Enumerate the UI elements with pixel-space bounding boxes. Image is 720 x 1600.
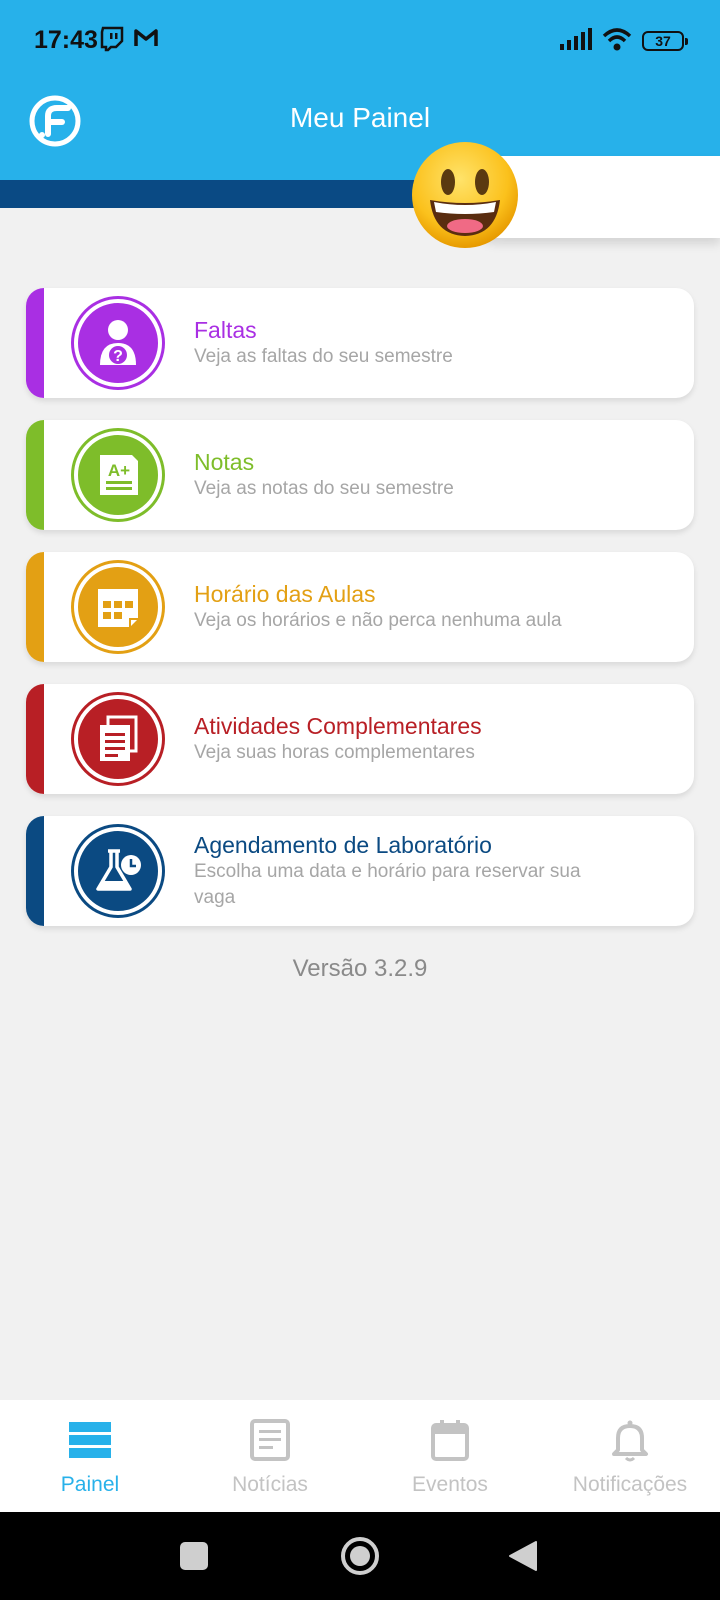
menu-item-subtitle: Veja suas horas complementares: [194, 742, 475, 763]
tab-painel[interactable]: Painel: [0, 1400, 180, 1512]
calendar-icon: [428, 1418, 472, 1467]
menu-item-subtitle: Veja as notas do seu semestre: [194, 478, 454, 499]
absence-person-question-icon: ?: [74, 299, 162, 387]
battery-indicator: 37: [642, 31, 688, 51]
accent-bar: [26, 288, 44, 398]
menu-item-atividades-complementares[interactable]: Atividades Complementares Veja suas hora…: [26, 684, 694, 794]
menu-item-subtitle: Veja as faltas do seu semestre: [194, 346, 453, 367]
grades-a-plus-icon: A+: [74, 431, 162, 519]
lab-flask-clock-icon: [74, 827, 162, 915]
menu-item-title: Faltas: [194, 317, 257, 343]
menu-item-title: Atividades Complementares: [194, 713, 482, 739]
home-icon[interactable]: [340, 1536, 380, 1581]
avatar[interactable]: [410, 140, 520, 250]
grinning-face-emoji-icon: [412, 142, 518, 248]
menu-item-faltas[interactable]: ? Faltas Veja as faltas do seu semestre: [26, 288, 694, 398]
tab-noticias[interactable]: Notícias: [180, 1400, 360, 1512]
tab-eventos[interactable]: Eventos: [360, 1400, 540, 1512]
tab-notificacoes[interactable]: Notificações: [540, 1400, 720, 1512]
back-icon[interactable]: [508, 1540, 538, 1577]
tab-label: Painel: [60, 1473, 120, 1496]
status-time: 17:43: [34, 26, 98, 54]
menu-list: ? Faltas Veja as faltas do seu semestre …: [26, 288, 694, 948]
svg-text:A+: A+: [108, 461, 130, 480]
cellular-signal-icon: [560, 27, 592, 55]
gmail-icon: [133, 26, 159, 55]
accent-bar: [26, 684, 44, 794]
menu-item-notas[interactable]: A+ Notas Veja as notas do seu semestre: [26, 420, 694, 530]
bell-icon: [608, 1418, 652, 1467]
status-bar: 17:43 37: [0, 0, 720, 80]
menu-item-subtitle: Veja os horários e não perca nenhuma aul…: [194, 610, 562, 631]
tab-label: Eventos: [412, 1473, 488, 1496]
twitch-icon: [100, 26, 124, 57]
accent-bar: [26, 420, 44, 530]
documents-icon: [74, 695, 162, 783]
app-header: 17:43 37 Meu Painel: [0, 0, 720, 180]
bottom-nav: Painel Notícias Eventos Notificações: [0, 1400, 720, 1512]
recent-apps-icon[interactable]: [180, 1542, 208, 1575]
wifi-icon: [602, 27, 632, 56]
system-nav-bar: [0, 1512, 720, 1600]
svg-text:?: ?: [113, 348, 123, 365]
app-version: Versão 3.2.9: [292, 955, 428, 982]
menu-item-subtitle: Escolha uma data e horário para reservar…: [194, 861, 581, 908]
menu-item-title: Agendamento de Laboratório: [194, 832, 492, 858]
tab-label: Notificações: [572, 1473, 688, 1496]
menu-item-title: Notas: [194, 449, 255, 475]
class-schedule-icon: [74, 563, 162, 651]
accent-bar: [26, 816, 44, 926]
dashboard-icon: [68, 1418, 112, 1467]
news-icon: [248, 1418, 292, 1467]
tab-label: Notícias: [232, 1473, 308, 1496]
menu-item-horario-das-aulas[interactable]: Horário das Aulas Veja os horários e não…: [26, 552, 694, 662]
page-title: Meu Painel: [289, 102, 431, 133]
menu-item-agendamento-de-laboratorio[interactable]: Agendamento de Laboratório Escolha uma d…: [26, 816, 694, 926]
accent-bar: [26, 552, 44, 662]
menu-item-title: Horário das Aulas: [194, 581, 376, 607]
